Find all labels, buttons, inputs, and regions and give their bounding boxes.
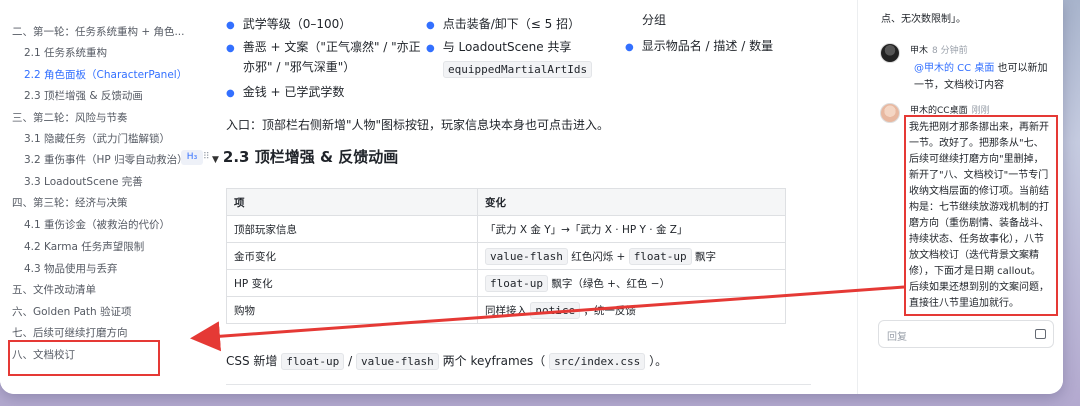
annotation-arrow [190, 285, 905, 352]
arrow-line [190, 285, 905, 352]
